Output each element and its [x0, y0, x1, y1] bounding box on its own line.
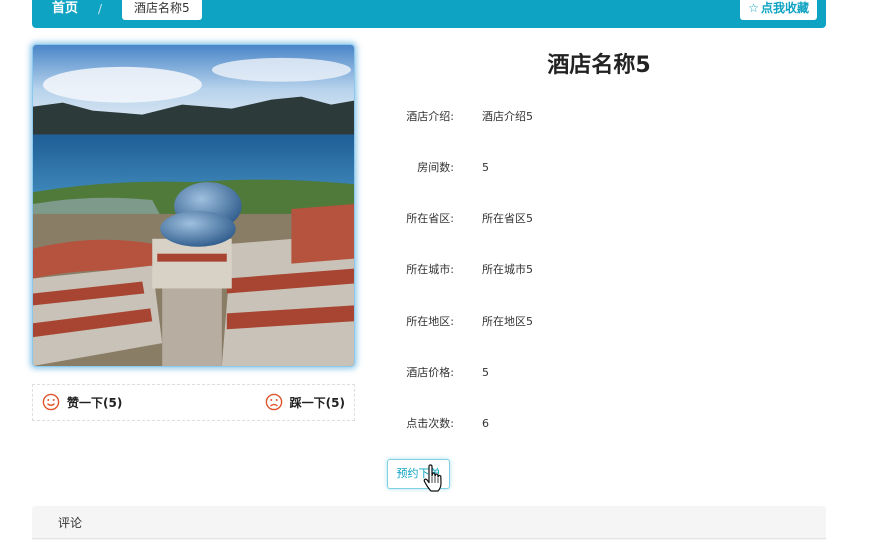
frown-icon — [265, 393, 282, 411]
hotel-photo-illustration — [33, 45, 354, 366]
detail-row-price: 酒店价格: 5 — [360, 363, 820, 383]
detail-value: 5 — [482, 161, 489, 174]
detail-row-intro: 酒店介绍: 酒店介绍5 — [360, 107, 820, 127]
detail-value: 所在城市5 — [482, 263, 533, 276]
detail-row-city: 所在城市: 所在城市5 — [360, 260, 820, 280]
detail-label: 房间数: — [417, 161, 454, 174]
divider — [32, 538, 826, 539]
star-outline-icon: ☆ — [748, 1, 759, 15]
detail-value: 5 — [482, 366, 489, 379]
detail-label: 点击次数: — [406, 417, 454, 430]
dislike-label: 踩一下(5) — [289, 395, 345, 410]
comments-header: 评论 — [32, 506, 826, 540]
hand-cursor-icon — [423, 464, 442, 492]
like-button[interactable]: 赞一下(5) — [42, 393, 122, 411]
detail-row-province: 所在省区: 所在省区5 — [360, 209, 820, 229]
favorite-button[interactable]: ☆ 点我收藏 — [740, 0, 817, 20]
detail-value: 酒店介绍5 — [482, 110, 533, 123]
detail-row-rooms: 房间数: 5 — [360, 158, 820, 178]
breadcrumb-separator: / — [98, 2, 103, 16]
detail-label: 所在地区: — [406, 315, 454, 328]
detail-row-clicks: 点击次数: 6 — [360, 414, 820, 434]
breadcrumb-home-link[interactable]: 首页 — [52, 0, 78, 19]
detail-label: 所在省区: — [406, 212, 454, 225]
like-label: 赞一下(5) — [67, 395, 123, 410]
vote-row: 赞一下(5) 踩一下(5) — [32, 384, 355, 421]
hotel-photo — [32, 44, 355, 367]
detail-row-district: 所在地区: 所在地区5 — [360, 312, 820, 332]
favorite-button-label: 点我收藏 — [760, 1, 809, 15]
detail-label: 酒店价格: — [406, 366, 454, 379]
detail-value: 所在省区5 — [482, 212, 533, 225]
comments-title: 评论 — [58, 516, 83, 530]
smile-icon — [42, 393, 60, 411]
detail-label: 所在城市: — [406, 263, 454, 276]
top-nav-bar: 首页 / 酒店名称5 ☆ 点我收藏 — [32, 0, 826, 28]
detail-value: 6 — [482, 417, 489, 430]
hotel-title: 酒店名称5 — [547, 53, 651, 78]
breadcrumb-current: 酒店名称5 — [122, 0, 202, 20]
detail-label: 酒店介绍: — [406, 110, 454, 123]
dislike-button[interactable]: 踩一下(5) — [265, 393, 345, 411]
detail-value: 所在地区5 — [482, 315, 533, 328]
